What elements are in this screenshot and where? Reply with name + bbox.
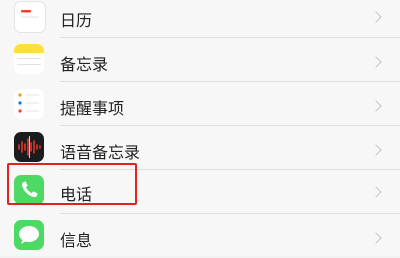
chevron-right-icon: [370, 232, 382, 244]
settings-row-messages[interactable]: 信息: [0, 214, 400, 258]
chevron-right-icon: [370, 144, 382, 156]
calendar-icon: [14, 1, 46, 33]
reminders-icon: [14, 89, 44, 119]
settings-row-label: 日历: [60, 11, 93, 30]
settings-row-reminders[interactable]: 提醒事项: [0, 82, 400, 126]
notes-icon: [14, 44, 44, 74]
settings-row-calendar[interactable]: 日历: [0, 0, 400, 38]
settings-row-label: 信息: [60, 231, 93, 250]
settings-list: 日历 备忘录 提醒事项 语音备忘录 电话 信息: [0, 0, 400, 256]
settings-row-label: 提醒事项: [60, 99, 125, 118]
highlight-box: [7, 163, 137, 205]
chevron-right-icon: [370, 186, 382, 198]
chevron-right-icon: [370, 11, 382, 23]
chevron-right-icon: [370, 100, 382, 112]
voice-memos-icon: [14, 132, 44, 162]
settings-row-notes[interactable]: 备忘录: [0, 38, 400, 82]
settings-row-label: 备忘录: [60, 55, 109, 74]
settings-row-label: 语音备忘录: [60, 143, 141, 162]
messages-icon: [14, 220, 44, 250]
chevron-right-icon: [370, 56, 382, 68]
